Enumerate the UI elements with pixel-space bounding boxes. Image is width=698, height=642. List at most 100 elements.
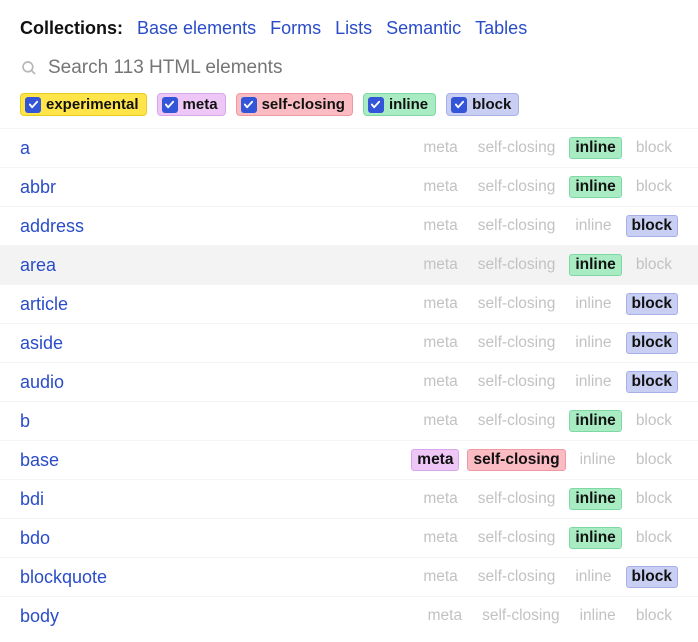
tag-inline: inline [569, 371, 617, 393]
tag-meta: meta [417, 566, 463, 588]
tag-selfclosing: self-closing [472, 488, 562, 510]
filter-inline[interactable]: inline [363, 93, 436, 116]
element-tags: meta self-closing inline block [417, 215, 678, 237]
filter-block[interactable]: block [446, 93, 519, 116]
search-icon [20, 59, 38, 77]
tag-selfclosing: self-closing [472, 293, 562, 315]
filter-label: inline [389, 96, 428, 113]
tag-selfclosing: self-closing [472, 215, 562, 237]
tag-selfclosing: self-closing [472, 410, 562, 432]
element-row[interactable]: articlemetaself-closinginlineblock [0, 284, 698, 323]
element-row[interactable]: basemeta self-closing inline block [0, 440, 698, 479]
element-tags: meta self-closing inline block [417, 254, 678, 276]
element-row[interactable]: asidemeta self-closing inline block [0, 323, 698, 362]
element-name-link[interactable]: address [20, 216, 417, 237]
checkbox-icon [368, 97, 384, 113]
tag-meta: meta [417, 488, 463, 510]
tag-selfclosing: self-closing [472, 332, 562, 354]
checkbox-icon [451, 97, 467, 113]
tag-meta: meta [417, 254, 463, 276]
tag-selfclosing: self-closing [476, 605, 566, 627]
element-name-link[interactable]: body [20, 606, 422, 627]
tag-inline: inline [569, 410, 621, 432]
element-tags: meta self-closing inline block [417, 527, 678, 549]
tag-selfclosing: self-closing [472, 527, 562, 549]
tag-inline: inline [574, 605, 622, 627]
tag-inline: inline [569, 566, 617, 588]
tag-meta: meta [411, 449, 459, 471]
tag-inline: inline [569, 332, 617, 354]
element-row[interactable]: ametaself-closinginlineblock [0, 128, 698, 167]
elements-list: ametaself-closinginlineblockabbrmetaself… [0, 128, 698, 635]
tag-block: block [630, 254, 678, 276]
tag-meta: meta [417, 176, 463, 198]
checkbox-icon [241, 97, 257, 113]
search-row [0, 49, 698, 89]
tag-selfclosing: self-closing [472, 371, 562, 393]
element-name-link[interactable]: bdi [20, 489, 417, 510]
element-tags: metaself-closinginlineblock [417, 371, 678, 393]
element-tags: meta self-closing inline block [411, 449, 678, 471]
tag-selfclosing: self-closing [472, 254, 562, 276]
tag-meta: meta [417, 215, 463, 237]
element-row[interactable]: bodymeta self-closing inline block [0, 596, 698, 635]
element-row[interactable]: areameta self-closing inline block [0, 245, 698, 284]
tag-inline: inline [569, 254, 621, 276]
tag-selfclosing: self-closing [467, 449, 565, 471]
tag-meta: meta [417, 527, 463, 549]
tag-block: block [630, 449, 678, 471]
tag-block: block [630, 527, 678, 549]
tag-block: block [630, 605, 678, 627]
element-name-link[interactable]: base [20, 450, 411, 471]
element-name-link[interactable]: article [20, 294, 417, 315]
tag-selfclosing: self-closing [472, 176, 562, 198]
element-row[interactable]: addressmeta self-closing inline block [0, 206, 698, 245]
element-tags: metaself-closinginlineblock [417, 566, 678, 588]
element-row[interactable]: audiometaself-closinginlineblock [0, 362, 698, 401]
tag-block: block [630, 137, 678, 159]
collection-link-forms[interactable]: Forms [270, 18, 321, 39]
filter-experimental[interactable]: experimental [20, 93, 147, 116]
tag-inline: inline [569, 293, 617, 315]
collections-header: Collections: Base elements Forms Lists S… [0, 0, 698, 49]
element-row[interactable]: bmetaself-closinginlineblock [0, 401, 698, 440]
tag-inline: inline [569, 488, 621, 510]
filter-label: self-closing [262, 96, 345, 113]
element-row[interactable]: blockquotemetaself-closinginlineblock [0, 557, 698, 596]
tag-inline: inline [574, 449, 622, 471]
filter-label: meta [183, 96, 218, 113]
element-name-link[interactable]: b [20, 411, 417, 432]
collection-link-semantic[interactable]: Semantic [386, 18, 461, 39]
element-name-link[interactable]: a [20, 138, 417, 159]
tag-selfclosing: self-closing [472, 137, 562, 159]
element-tags: metaself-closinginlineblock [417, 176, 678, 198]
element-tags: metaself-closinginlineblock [417, 410, 678, 432]
tag-inline: inline [569, 527, 621, 549]
tag-block: block [626, 332, 678, 354]
filter-selfclosing[interactable]: self-closing [236, 93, 353, 116]
element-name-link[interactable]: audio [20, 372, 417, 393]
tag-block: block [630, 410, 678, 432]
element-row[interactable]: bdimetaself-closinginlineblock [0, 479, 698, 518]
tag-inline: inline [569, 176, 621, 198]
tag-inline: inline [569, 215, 617, 237]
element-row[interactable]: abbrmetaself-closinginlineblock [0, 167, 698, 206]
collection-link-base-elements[interactable]: Base elements [137, 18, 256, 39]
collection-link-lists[interactable]: Lists [335, 18, 372, 39]
tag-meta: meta [417, 293, 463, 315]
search-input[interactable] [48, 57, 678, 79]
filter-meta[interactable]: meta [157, 93, 226, 116]
element-name-link[interactable]: blockquote [20, 567, 417, 588]
element-tags: meta self-closing inline block [422, 605, 678, 627]
collections-title: Collections: [20, 18, 123, 39]
element-name-link[interactable]: aside [20, 333, 417, 354]
tag-block: block [626, 215, 678, 237]
element-name-link[interactable]: area [20, 255, 417, 276]
collection-link-tables[interactable]: Tables [475, 18, 527, 39]
element-name-link[interactable]: abbr [20, 177, 417, 198]
tag-meta: meta [422, 605, 468, 627]
tag-meta: meta [417, 332, 463, 354]
element-row[interactable]: bdometa self-closing inline block [0, 518, 698, 557]
element-name-link[interactable]: bdo [20, 528, 417, 549]
tag-block: block [626, 566, 678, 588]
